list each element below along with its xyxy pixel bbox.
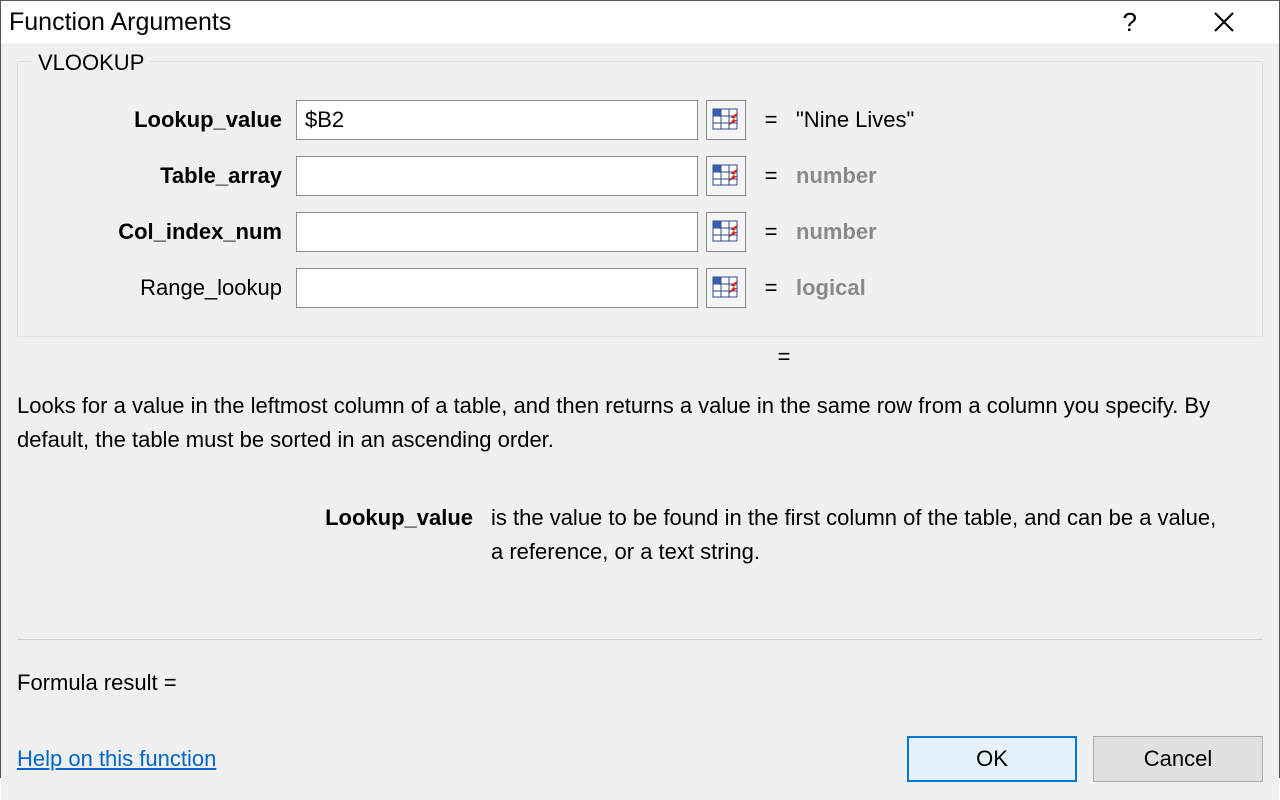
range-selector-icon xyxy=(710,104,742,136)
titlebar: Function Arguments ? xyxy=(1,1,1279,43)
arg-evaluated: "Nine Lives" xyxy=(796,107,914,133)
dialog-body: VLOOKUP Lookup_value="Nine Lives"Table_a… xyxy=(1,43,1279,800)
arg-input[interactable] xyxy=(296,156,698,196)
range-selector-icon xyxy=(710,272,742,304)
dialog-title: Function Arguments xyxy=(9,8,231,37)
parameter-help-label: Lookup_value xyxy=(17,501,491,569)
titlebar-buttons: ? xyxy=(1115,1,1271,43)
arg-input-wrap xyxy=(296,156,746,196)
close-icon xyxy=(1213,11,1235,33)
footer-buttons: OK Cancel xyxy=(907,736,1263,782)
arg-input-wrap xyxy=(296,268,746,308)
parameter-help: Lookup_value is the value to be found in… xyxy=(17,501,1263,569)
arg-evaluated: logical xyxy=(796,275,866,301)
arg-input[interactable] xyxy=(296,100,698,140)
arg-row: Col_index_num =number xyxy=(38,204,1242,260)
help-button[interactable]: ? xyxy=(1115,1,1145,43)
arg-label: Range_lookup xyxy=(38,275,296,301)
collapse-dialog-button[interactable] xyxy=(706,100,746,140)
help-icon: ? xyxy=(1123,7,1137,37)
collapse-dialog-button[interactable] xyxy=(706,156,746,196)
formula-result-label: Formula result = xyxy=(17,670,177,695)
equals-symbol: = xyxy=(759,344,809,370)
function-name-legend: VLOOKUP xyxy=(32,50,150,76)
close-button[interactable] xyxy=(1205,3,1243,41)
ok-button[interactable]: OK xyxy=(907,736,1077,782)
arg-label: Table_array xyxy=(38,163,296,189)
overall-result-row: = xyxy=(17,337,1263,377)
parameter-help-text: is the value to be found in the first co… xyxy=(491,501,1263,569)
arg-label: Col_index_num xyxy=(38,219,296,245)
equals-symbol: = xyxy=(746,219,796,245)
collapse-dialog-button[interactable] xyxy=(706,212,746,252)
divider xyxy=(17,639,1263,640)
arg-row: Table_array =number xyxy=(38,148,1242,204)
function-description: Looks for a value in the leftmost column… xyxy=(17,389,1263,457)
dialog-footer: Help on this function OK Cancel xyxy=(17,736,1263,782)
function-arguments-dialog: Function Arguments ? VLOOKUP Lookup_valu… xyxy=(0,0,1280,778)
collapse-dialog-button[interactable] xyxy=(706,268,746,308)
arg-row: Lookup_value ="Nine Lives" xyxy=(38,92,1242,148)
formula-result: Formula result = xyxy=(17,670,1263,696)
arguments-fieldset: VLOOKUP Lookup_value="Nine Lives"Table_a… xyxy=(17,61,1263,337)
arg-input-wrap xyxy=(296,100,746,140)
arg-row: Range_lookup =logical xyxy=(38,260,1242,316)
arg-input[interactable] xyxy=(296,212,698,252)
range-selector-icon xyxy=(710,216,742,248)
equals-symbol: = xyxy=(746,163,796,189)
arg-evaluated: number xyxy=(796,163,877,189)
arg-evaluated: number xyxy=(796,219,877,245)
cancel-button[interactable]: Cancel xyxy=(1093,736,1263,782)
arg-label: Lookup_value xyxy=(38,107,296,133)
equals-symbol: = xyxy=(746,107,796,133)
equals-symbol: = xyxy=(746,275,796,301)
range-selector-icon xyxy=(710,160,742,192)
arg-input-wrap xyxy=(296,212,746,252)
arg-input[interactable] xyxy=(296,268,698,308)
help-link[interactable]: Help on this function xyxy=(17,746,216,772)
